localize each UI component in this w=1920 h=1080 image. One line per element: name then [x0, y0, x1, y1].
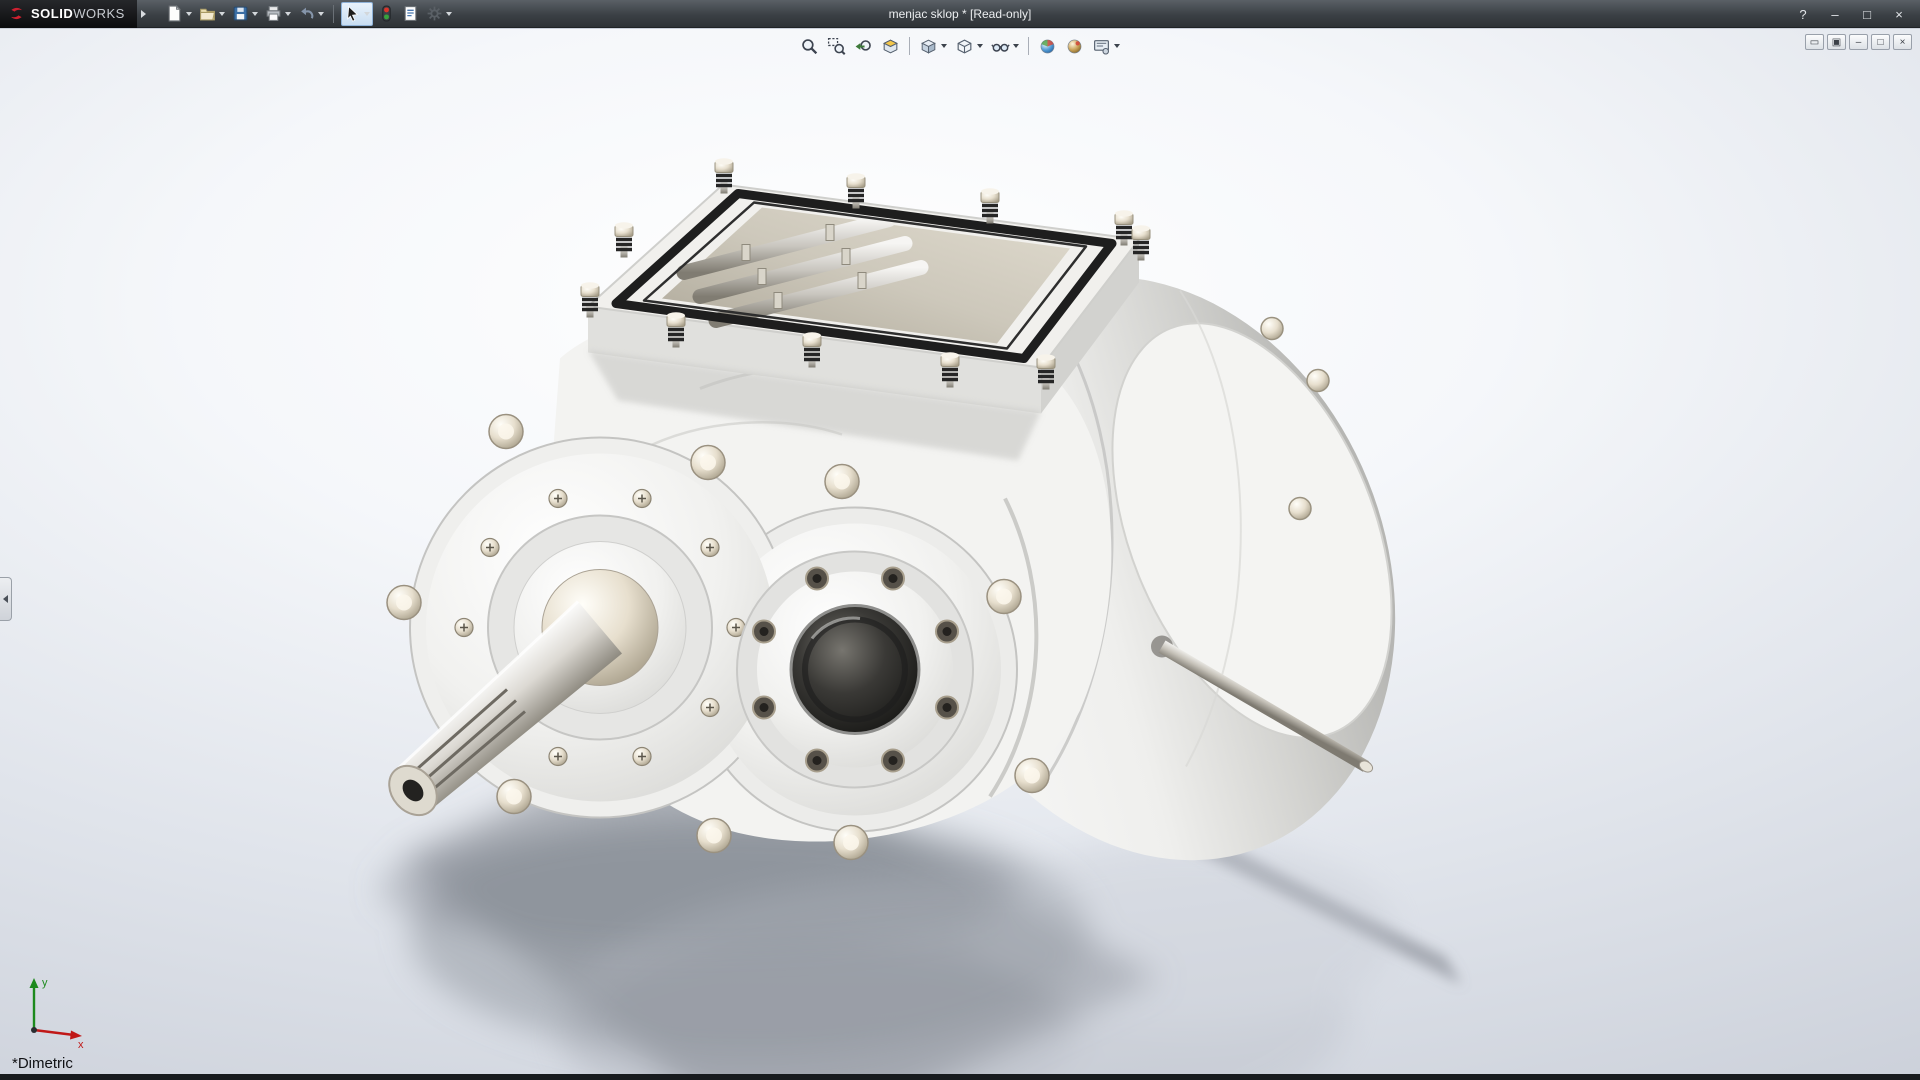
triad-y-label: y [42, 977, 48, 989]
zoom-to-area-icon [827, 37, 846, 56]
print-button[interactable] [263, 2, 293, 26]
view-orientation-button[interactable] [916, 33, 950, 59]
toolbar-separator [333, 5, 334, 23]
hide-show-items-dropdown-arrow[interactable] [1013, 44, 1019, 48]
view-settings-dropdown-arrow[interactable] [1114, 44, 1120, 48]
doc-minimize-button[interactable]: – [1849, 34, 1868, 50]
display-style-button[interactable] [952, 33, 986, 59]
app-name: SOLIDWORKS [31, 5, 125, 23]
view-orientation-label: *Dimetric [12, 1055, 73, 1072]
options-icon [426, 5, 443, 22]
close-button[interactable]: × [1884, 3, 1914, 25]
restore-button[interactable]: □ [1852, 3, 1882, 25]
save-button[interactable] [230, 2, 260, 26]
window-controls: ? – □ × [1788, 0, 1914, 28]
options-dropdown-arrow[interactable] [446, 12, 452, 16]
print-icon [265, 5, 282, 22]
undo-button[interactable] [296, 2, 326, 26]
doc-restore-button[interactable]: □ [1871, 34, 1890, 50]
3d-model-gearbox [0, 29, 1920, 1074]
document-window-controls: ▭ ▣ – □ × [1805, 34, 1912, 50]
zoom-to-fit-icon [800, 37, 819, 56]
hide-show-items-button[interactable] [988, 33, 1022, 59]
rebuild-button[interactable] [376, 2, 397, 26]
3d-viewport[interactable]: ▭ ▣ – □ × y x *Dimetric [0, 29, 1920, 1074]
section-view-icon [881, 37, 900, 56]
previous-view-icon [854, 37, 873, 56]
new-document-icon [166, 5, 183, 22]
display-style-icon [955, 37, 974, 56]
section-view-button[interactable] [878, 33, 903, 59]
rebuild-icon [378, 5, 395, 22]
view-settings-button[interactable] [1089, 33, 1123, 59]
hud-separator [909, 37, 910, 55]
triad-x-label: x [78, 1039, 84, 1048]
collapse-arrow-icon [3, 595, 8, 603]
print-dropdown-arrow[interactable] [285, 12, 291, 16]
file-properties-icon [402, 5, 419, 22]
select-button[interactable] [341, 2, 373, 26]
edit-appearance-button[interactable] [1035, 33, 1060, 59]
previous-view-button[interactable] [851, 33, 876, 59]
display-style-dropdown-arrow[interactable] [977, 44, 983, 48]
apply-scene-button[interactable] [1062, 33, 1087, 59]
app-name-bold: SOLID [31, 6, 73, 21]
titlebar: SOLIDWORKS [0, 0, 1920, 28]
hide-show-items-icon [991, 37, 1010, 56]
options-button[interactable] [424, 2, 454, 26]
app-name-light: WORKS [73, 6, 125, 21]
save-dropdown-arrow[interactable] [252, 12, 258, 16]
open-dropdown-arrow[interactable] [219, 12, 225, 16]
edit-appearance-icon [1038, 37, 1057, 56]
menu-expand-arrow[interactable] [141, 10, 146, 18]
select-dropdown-arrow[interactable] [364, 12, 370, 16]
hud-separator [1028, 37, 1029, 55]
bottom-strip [0, 1074, 1920, 1080]
window-title: menjac sklop * [Read-only] [889, 7, 1032, 21]
app-logo: SOLIDWORKS [0, 0, 137, 28]
main-toolbar [164, 2, 454, 26]
new-document-button[interactable] [164, 2, 194, 26]
doc-pane-right-button[interactable]: ▣ [1827, 34, 1846, 50]
bearing-bore [737, 552, 973, 788]
ds-logo-icon [8, 5, 25, 22]
heads-up-toolbar [797, 33, 1123, 59]
view-orientation-dropdown-arrow[interactable] [941, 44, 947, 48]
apply-scene-icon [1065, 37, 1084, 56]
view-orientation-icon [919, 37, 938, 56]
zoom-to-area-button[interactable] [824, 33, 849, 59]
feature-panel-collapse-tab[interactable] [0, 577, 12, 621]
view-settings-icon [1092, 37, 1111, 56]
undo-icon [298, 5, 315, 22]
zoom-to-fit-button[interactable] [797, 33, 822, 59]
doc-pane-left-button[interactable]: ▭ [1805, 34, 1824, 50]
doc-close-button[interactable]: × [1893, 34, 1912, 50]
new-document-dropdown-arrow[interactable] [186, 12, 192, 16]
file-properties-button[interactable] [400, 2, 421, 26]
open-folder-icon [199, 5, 216, 22]
select-cursor-icon [344, 5, 361, 22]
open-button[interactable] [197, 2, 227, 26]
undo-dropdown-arrow[interactable] [318, 12, 324, 16]
help-button[interactable]: ? [1788, 3, 1818, 25]
save-icon [232, 5, 249, 22]
minimize-button[interactable]: – [1820, 3, 1850, 25]
orientation-triad: y x [20, 972, 92, 1048]
